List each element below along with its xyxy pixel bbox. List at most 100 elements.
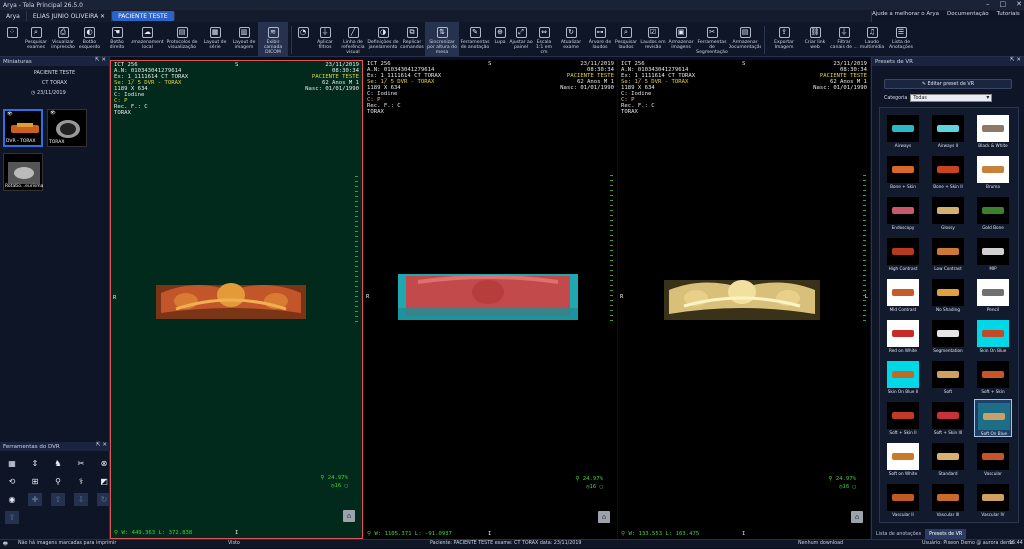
vr-preset-item[interactable]: Vascular III bbox=[929, 481, 967, 519]
vessel-tool-icon[interactable]: ⚕ bbox=[74, 475, 88, 488]
viewport-menu-button[interactable]: ⌂ bbox=[851, 511, 863, 523]
vr-preset-item[interactable]: Airways II bbox=[929, 112, 967, 150]
up-tool-icon[interactable]: ⇧ bbox=[51, 493, 65, 506]
vr-preset-item[interactable]: Pencil bbox=[974, 276, 1012, 314]
vr-preset-item[interactable]: Soft + Skin II bbox=[884, 399, 922, 437]
table-tool-icon[interactable]: ⊞ bbox=[28, 475, 42, 488]
vr-preset-item[interactable]: Bone + Skin bbox=[884, 153, 922, 191]
pesquisar-exames-button[interactable]: ⌕ Pesquisar exames bbox=[22, 22, 50, 57]
bone-tool-icon[interactable]: ♞ bbox=[51, 457, 65, 470]
vr-preset-item[interactable]: Vascular bbox=[974, 440, 1012, 478]
vr-preset-item[interactable]: Glossy bbox=[929, 194, 967, 232]
tab-vr-presets[interactable]: Presets de VR bbox=[925, 529, 967, 539]
pin-close-icon[interactable]: ⇱ ✕ bbox=[96, 442, 107, 448]
exportar-imagem-button[interactable]: ⇪ Exportar Imagem bbox=[768, 22, 800, 57]
vr-preset-item[interactable]: High Contrast bbox=[884, 235, 922, 273]
protocolos-de-visualização-button[interactable]: ▤ Protocolos de visualização bbox=[164, 22, 200, 57]
move-tool-icon[interactable]: ⇕ bbox=[28, 457, 42, 470]
vr-preset-item[interactable]: Standard bbox=[929, 440, 967, 478]
vr-preset-item[interactable]: Endoscopy bbox=[884, 194, 922, 232]
layout-de-imagem-button[interactable]: ▥ Layout de imagem bbox=[230, 22, 258, 57]
lupa-button[interactable]: ⊕ Lupa bbox=[491, 22, 509, 57]
aplicar-filtros-button[interactable]: ⏚ Aplicar filtros bbox=[311, 22, 339, 57]
armazenar-imagens-button[interactable]: ▣ Armazenar imagens bbox=[667, 22, 695, 57]
rotate-tool-icon[interactable]: ⟲ bbox=[5, 475, 19, 488]
vr-preset-item[interactable]: Black & White bbox=[974, 112, 1012, 150]
vr-preset-item[interactable]: Segmentation bbox=[929, 317, 967, 355]
escala-1-1-em-cm-button[interactable]: ⇔ Escala 1:1 em cm bbox=[533, 22, 555, 57]
replicar-comandos-button[interactable]: ⧉ Replicar comandos bbox=[399, 22, 425, 57]
vr-preset-item[interactable]: Skin On Blue II bbox=[884, 358, 922, 396]
viewport-2[interactable]: ICT 256 A.N: 010343041279614 Ex: 1_1111614… bbox=[364, 60, 617, 539]
vr-preset-item[interactable]: Vascular IV bbox=[974, 481, 1012, 519]
criar-link-web-button[interactable]: ⛓ Criar link web bbox=[800, 22, 830, 57]
botão-esquerdo-button[interactable]: ◐ Botão esquerdo bbox=[76, 22, 103, 57]
vr-preset-item[interactable]: Soft + Skin bbox=[974, 358, 1012, 396]
viewport-menu-button[interactable]: ⌂ bbox=[343, 510, 355, 522]
vr-preset-item[interactable]: MIP bbox=[974, 235, 1012, 273]
dots-button[interactable]: ⁘ bbox=[2, 22, 22, 57]
pin-close-icon[interactable]: ⇱ ✕ bbox=[95, 57, 106, 63]
thumbnail-dvr[interactable]: 👁 DVR - TORAX bbox=[3, 109, 43, 147]
pesquisar-laudos-button[interactable]: ⌕ Pesquisar laudos bbox=[613, 22, 639, 57]
definições-de-janelamento-button[interactable]: ◑ Definições de janelamento bbox=[367, 22, 399, 57]
thumbnail-torax[interactable]: 👁 TORAX bbox=[47, 109, 87, 147]
exibir-camada-dicom-button[interactable]: ≋ Exibir camada DICOM bbox=[258, 22, 288, 57]
cancel-tool-icon[interactable]: ⊗ bbox=[97, 457, 111, 470]
laudos-em-revisão-button[interactable]: ☑ Laudos em revisão bbox=[639, 22, 667, 57]
vr-preset-item[interactable]: Airways bbox=[884, 112, 922, 150]
vr-preset-item[interactable]: No Shading bbox=[929, 276, 967, 314]
tab-home[interactable]: Arya bbox=[0, 11, 27, 21]
vr-preset-item[interactable]: Bruma bbox=[974, 153, 1012, 191]
vr-preset-item[interactable]: Soft on White bbox=[884, 440, 922, 478]
viewport-3[interactable]: ICT 256 A.N: 010343041279614 Ex: 1_1111614… bbox=[618, 60, 870, 539]
tab-patient-elias[interactable]: ELIAS JUNIO OLIVEIRA ✕ bbox=[27, 11, 113, 21]
visualizar-impressão-button[interactable]: ⎙ Visualizar impressão bbox=[50, 22, 76, 57]
thumbnail-rotation[interactable]: Rotatio...eurisma bbox=[3, 153, 43, 191]
sculpt-tool-icon[interactable]: ✂ bbox=[74, 457, 88, 470]
vr-preset-item[interactable]: Soft bbox=[929, 358, 967, 396]
laudo-multimídia-button[interactable]: ♫ Laudo multimídia bbox=[858, 22, 886, 57]
sincronizar-por-altura-do-mesa-button[interactable]: ⇅ Sincronizar por altura do mesa bbox=[425, 22, 459, 57]
atualizar-exame-button[interactable]: ↻ Atualizar exame bbox=[555, 22, 587, 57]
vr-preset-item[interactable]: Red on White bbox=[884, 317, 922, 355]
minimize-icon[interactable]: – bbox=[986, 0, 990, 8]
crop-tool-icon[interactable]: ◩ bbox=[97, 475, 111, 488]
filtrar-canais-de-button[interactable]: ⏚ Filtrar canais de ... bbox=[830, 22, 858, 57]
body-tool-icon[interactable]: ⚲ bbox=[51, 475, 65, 488]
grid-tool-icon[interactable]: ▦ bbox=[5, 457, 19, 470]
layout-de-série-button[interactable]: ▦ Layout de série bbox=[200, 22, 230, 57]
árvore-de-laudos-button[interactable]: ⊶ Árvore de laudos bbox=[587, 22, 613, 57]
add-tool-icon[interactable]: ✚ bbox=[28, 493, 42, 506]
tab-annotations[interactable]: Lista de anotações bbox=[872, 529, 925, 539]
lista-de-anotações-button[interactable]: ☰ Lista de Anotações bbox=[886, 22, 916, 57]
vr-preset-item[interactable]: Soft + Skin III bbox=[929, 399, 967, 437]
reset-tool-icon[interactable]: ↻ bbox=[97, 493, 111, 506]
ferramentas-de-segmentação-button[interactable]: ✂ Ferramentas de Segmentação bbox=[695, 22, 729, 57]
lens-button[interactable]: ◔ bbox=[295, 22, 311, 57]
linha-de-referência-visual-button[interactable]: ╱ Linha de referência visual bbox=[339, 22, 367, 57]
maximize-icon[interactable]: □ bbox=[1000, 0, 1007, 8]
vr-preset-item[interactable]: Soft On Blue bbox=[974, 399, 1012, 437]
pin-close-icon[interactable]: ⇱ ✕ bbox=[1010, 57, 1021, 63]
export-tool-icon[interactable]: ⇪ bbox=[5, 511, 19, 524]
vr-preset-item[interactable]: Vascular II bbox=[884, 481, 922, 519]
ferramentas-de-anotação-button[interactable]: ✎ Ferramentas de anotação bbox=[459, 22, 491, 57]
vr-preset-item[interactable]: Mid Contrast bbox=[884, 276, 922, 314]
vr-preset-item[interactable]: Skin On Blue bbox=[974, 317, 1012, 355]
viewport-menu-button[interactable]: ⌂ bbox=[598, 511, 610, 523]
vr-preset-item[interactable]: Bone + Skin II bbox=[929, 153, 967, 191]
close-icon[interactable]: ✕ bbox=[1016, 0, 1022, 8]
sphere-tool-icon[interactable]: ◉ bbox=[5, 493, 19, 506]
tab-patient-teste[interactable]: PACIENTE TESTE bbox=[112, 11, 175, 21]
edit-vr-preset-button[interactable]: ✎ Editar preset de VR bbox=[884, 79, 1012, 89]
category-select[interactable]: Todas bbox=[910, 94, 993, 102]
armazenamento-local-button[interactable]: ☁ Armazenamento local bbox=[131, 22, 164, 57]
vr-preset-item[interactable]: Low Contrast bbox=[929, 235, 967, 273]
viewport-1[interactable]: ICT 256 A.N: 010343041279614 Ex: 1_1111614… bbox=[110, 60, 363, 539]
vr-preset-item[interactable]: Gold Bone bbox=[974, 194, 1012, 232]
down-tool-icon[interactable]: ⇩ bbox=[74, 493, 88, 506]
botão-direito-button[interactable]: ☚ Botão direito bbox=[103, 22, 131, 57]
armazenar-documentação-button[interactable]: ▤ Armazenar Documentação bbox=[729, 22, 761, 57]
eye-icon[interactable]: 👁 bbox=[7, 112, 13, 117]
